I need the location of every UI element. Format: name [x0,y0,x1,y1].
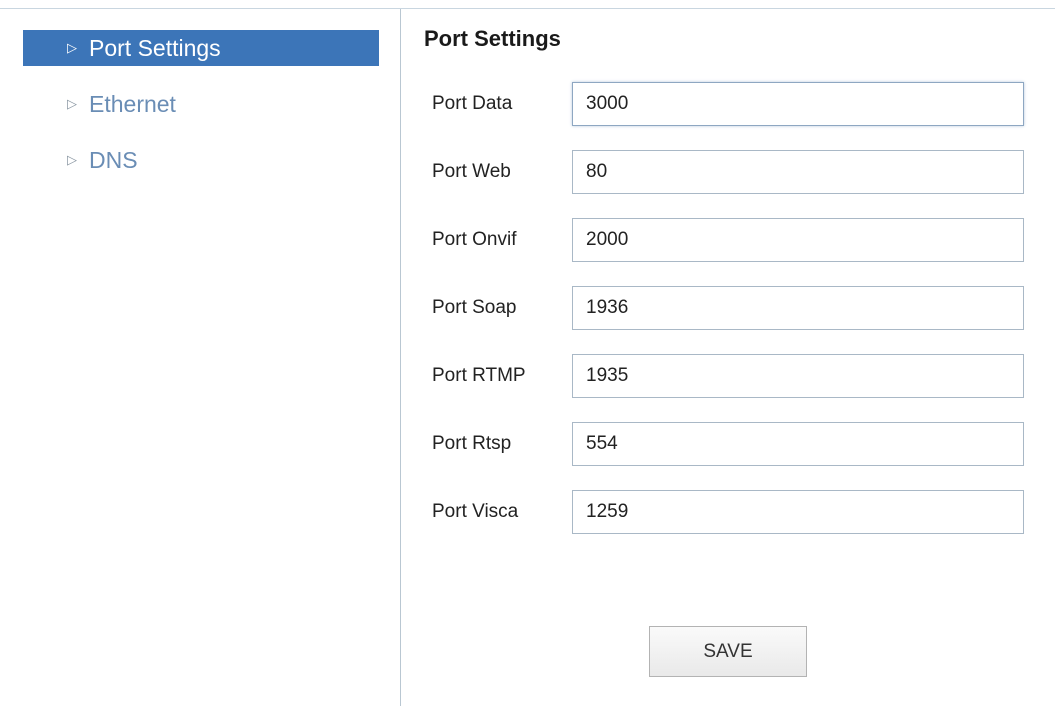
port-rtsp-label: Port Rtsp [432,433,512,454]
port-visca-input[interactable] [572,490,1024,534]
panel-divider [400,9,401,706]
triangle-right-icon: ▷ [67,96,77,111]
port-web-row: Port Web [432,150,1024,194]
port-soap-row: Port Soap [432,286,1024,330]
port-data-row: Port Data [432,82,1024,126]
port-visca-label: Port Visca [432,501,519,522]
sidebar-item-label: Port Settings [89,34,221,61]
port-rtsp-input[interactable] [572,422,1024,466]
port-web-label: Port Web [432,161,511,182]
port-visca-row: Port Visca [432,490,1024,534]
port-onvif-input[interactable] [572,218,1024,262]
triangle-right-icon: ▷ [67,40,77,55]
sidebar-item-ethernet[interactable]: ▷ Ethernet [23,86,379,122]
port-web-input[interactable] [572,150,1024,194]
sidebar-item-dns[interactable]: ▷ DNS [23,142,379,178]
port-soap-label: Port Soap [432,297,517,318]
sidebar: ▷ Port Settings ▷ Ethernet ▷ DNS [0,0,400,706]
triangle-right-icon: ▷ [67,152,77,167]
port-data-label: Port Data [432,93,513,114]
page-title: Port Settings [424,26,561,51]
port-onvif-label: Port Onvif [432,229,517,250]
sidebar-item-label: DNS [89,146,138,173]
port-rtmp-label: Port RTMP [432,365,526,386]
save-button[interactable]: SAVE [649,626,807,677]
sidebar-item-port-settings[interactable]: ▷ Port Settings [23,30,379,66]
port-soap-input[interactable] [572,286,1024,330]
port-rtsp-row: Port Rtsp [432,422,1024,466]
port-data-input[interactable] [572,82,1024,126]
port-rtmp-row: Port RTMP [432,354,1024,398]
port-rtmp-input[interactable] [572,354,1024,398]
sidebar-item-label: Ethernet [89,90,176,117]
port-onvif-row: Port Onvif [432,218,1024,262]
